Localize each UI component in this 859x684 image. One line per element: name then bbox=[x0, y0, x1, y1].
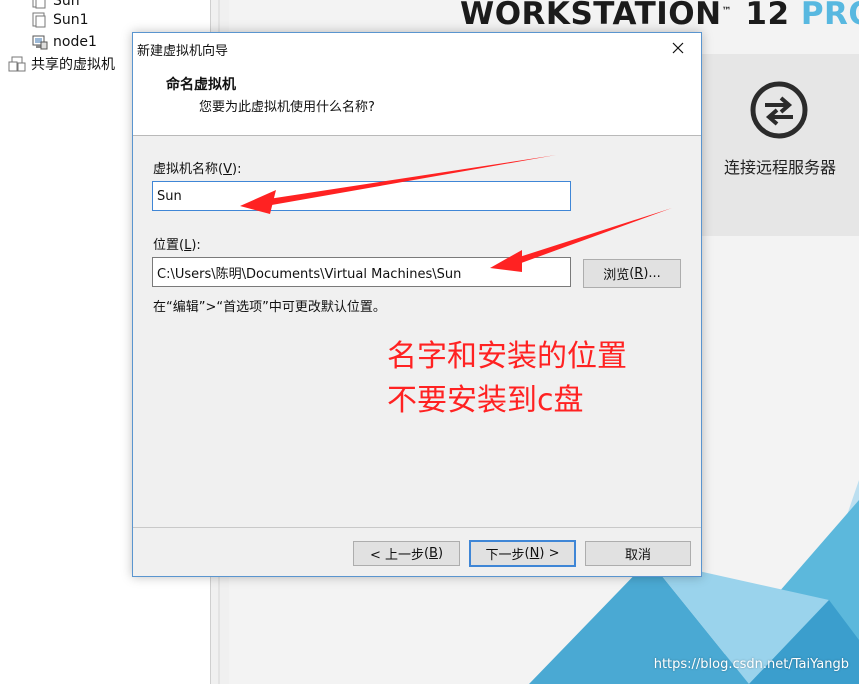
footer-separator bbox=[133, 527, 701, 528]
vm-icon bbox=[32, 12, 46, 28]
back-button[interactable]: < 上一步(B) bbox=[353, 541, 460, 566]
dialog-titlebar[interactable]: 新建虚拟机向导 bbox=[133, 33, 701, 63]
tile-label: 连接远程服务器 bbox=[723, 158, 836, 177]
new-vm-wizard-dialog: 新建虚拟机向导 命名虚拟机 您要为此虚拟机使用什么名称? 虚拟机名称(V): S… bbox=[132, 32, 702, 577]
remote-server-icon bbox=[750, 81, 808, 139]
watermark-text: https://blog.csdn.net/TaiYangb bbox=[653, 657, 849, 672]
close-button[interactable] bbox=[655, 33, 701, 63]
tree-item-shared-vms[interactable]: 共享的虚拟机 bbox=[8, 53, 115, 75]
annotation-line-1: 名字和安装的位置 bbox=[387, 339, 627, 374]
browse-button[interactable]: 浏览(R)... bbox=[583, 259, 681, 288]
step-subtitle: 您要为此虚拟机使用什么名称? bbox=[199, 100, 375, 115]
annotation-line-2: 不要安装到c盘 bbox=[387, 383, 584, 418]
connect-remote-server-tile[interactable]: 连接远程服务器 bbox=[701, 54, 859, 236]
location-input[interactable]: C:\Users\陈明\Documents\Virtual Machines\S… bbox=[152, 257, 571, 287]
tree-item-sun1[interactable]: Sun1 bbox=[30, 9, 89, 31]
tree-item-label: Sun1 bbox=[53, 12, 89, 28]
shared-vm-icon bbox=[8, 56, 26, 72]
trademark-symbol: ™ bbox=[721, 6, 733, 17]
vm-name-label: 虚拟机名称(V): bbox=[153, 162, 242, 177]
brand-name: WORKSTATION bbox=[460, 0, 722, 32]
tree-item-label: node1 bbox=[53, 34, 97, 50]
annotation-note: 名字和安装的位置 不要安装到c盘 bbox=[387, 335, 627, 423]
cancel-button[interactable]: 取消 bbox=[585, 541, 691, 566]
step-title: 命名虚拟机 bbox=[166, 77, 236, 93]
close-icon bbox=[672, 42, 684, 54]
vm-running-icon bbox=[32, 35, 48, 50]
tree-item-node1[interactable]: node1 bbox=[30, 31, 97, 53]
location-hint: 在“编辑”>“首选项”中可更改默认位置。 bbox=[153, 300, 386, 315]
location-label: 位置(L): bbox=[153, 238, 201, 253]
product-brand: WORKSTATION™ 12 PRO bbox=[460, 0, 859, 32]
brand-edition: PRO bbox=[800, 0, 859, 32]
brand-version: 12 bbox=[745, 0, 790, 32]
next-button[interactable]: 下一步(N) > bbox=[469, 540, 576, 567]
tree-item-label: Sun bbox=[53, 0, 80, 9]
vm-name-input[interactable]: Sun bbox=[152, 181, 571, 211]
tree-item-label: 共享的虚拟机 bbox=[31, 57, 115, 73]
wizard-header: 命名虚拟机 您要为此虚拟机使用什么名称? bbox=[133, 63, 701, 136]
dialog-title: 新建虚拟机向导 bbox=[137, 44, 229, 59]
